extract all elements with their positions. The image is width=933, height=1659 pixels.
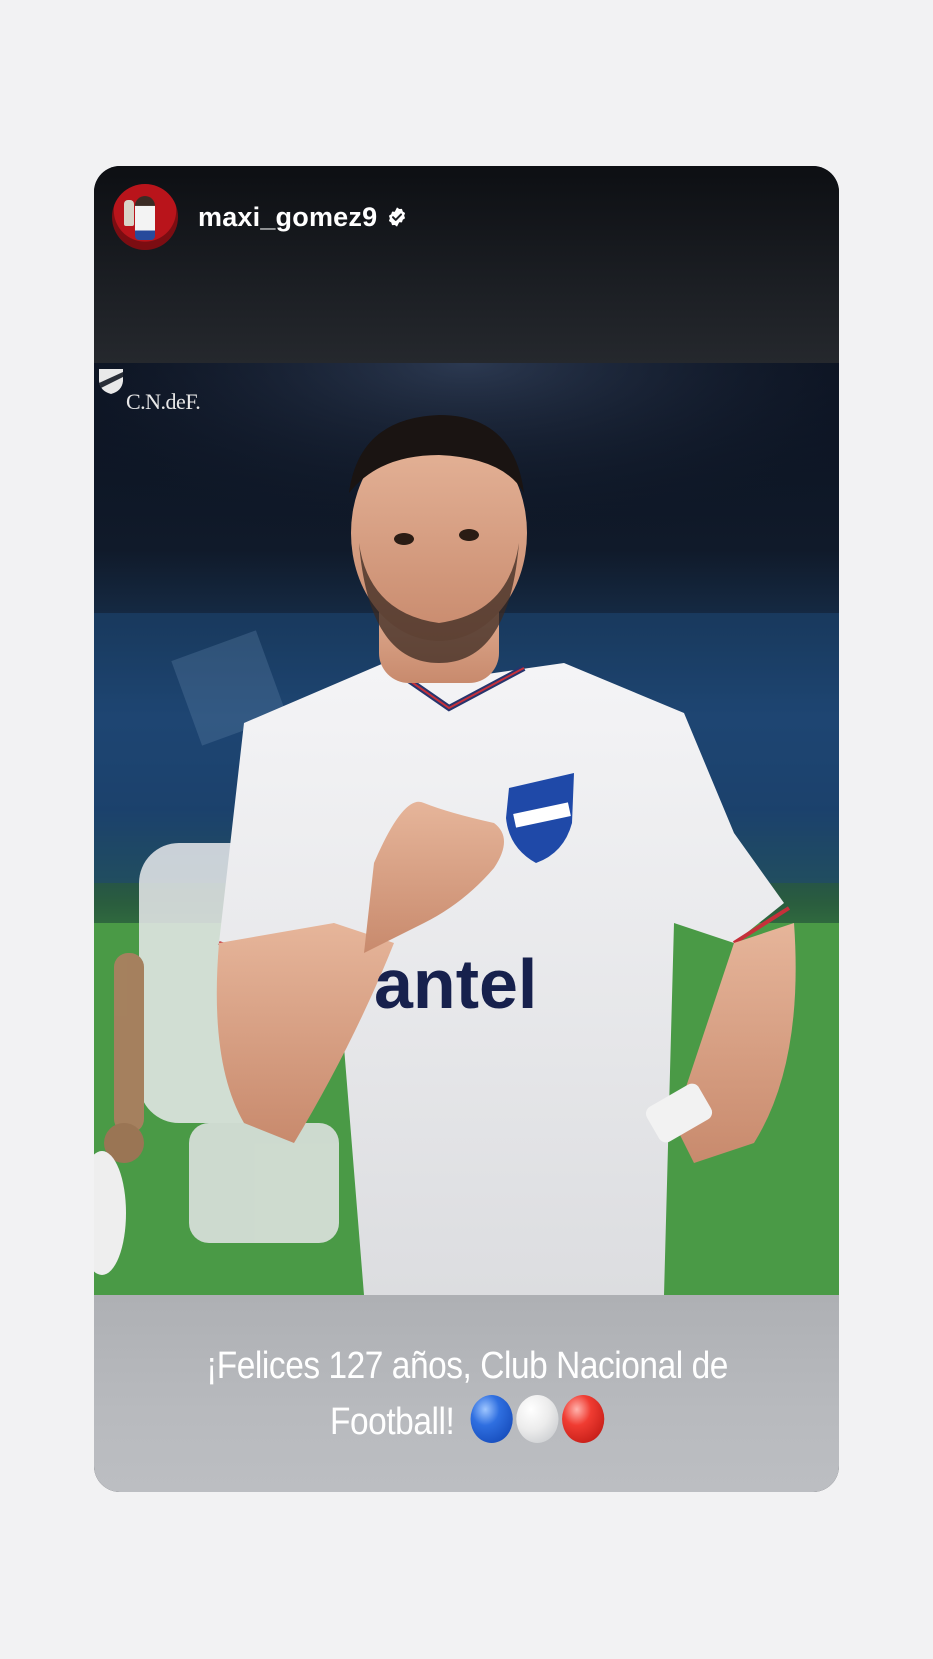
- caption-text: ¡Felices 127 años, Club Nacional de Foot…: [194, 1338, 740, 1450]
- nacional-crest-icon: [99, 369, 123, 394]
- blue-circle-icon: [469, 1395, 512, 1444]
- red-circle-icon: [561, 1395, 604, 1444]
- story-caption: ¡Felices 127 años, Club Nacional de Foot…: [94, 1295, 839, 1492]
- shirt-sponsor-text: antel: [374, 945, 537, 1023]
- white-circle-icon: [515, 1395, 558, 1444]
- avatar-figure: [135, 196, 155, 240]
- club-watermark: C.N.deF.: [126, 389, 201, 414]
- caption-message: ¡Felices 127 años, Club Nacional de Foot…: [205, 1344, 728, 1443]
- username[interactable]: maxi_gomez9: [198, 202, 377, 233]
- avatar-trophy: [124, 200, 134, 226]
- story-card[interactable]: maxi_gomez9 antel C.N.deF. ¡Felices 127 …: [94, 166, 839, 1492]
- story-header: maxi_gomez9: [94, 166, 839, 363]
- emoji-row: [469, 1395, 604, 1444]
- verified-badge-icon: [389, 207, 406, 227]
- avatar[interactable]: [112, 184, 178, 250]
- story-photo: antel C.N.deF.: [94, 363, 839, 1295]
- player-illustration: antel: [94, 363, 839, 1295]
- username-row[interactable]: maxi_gomez9: [198, 200, 408, 234]
